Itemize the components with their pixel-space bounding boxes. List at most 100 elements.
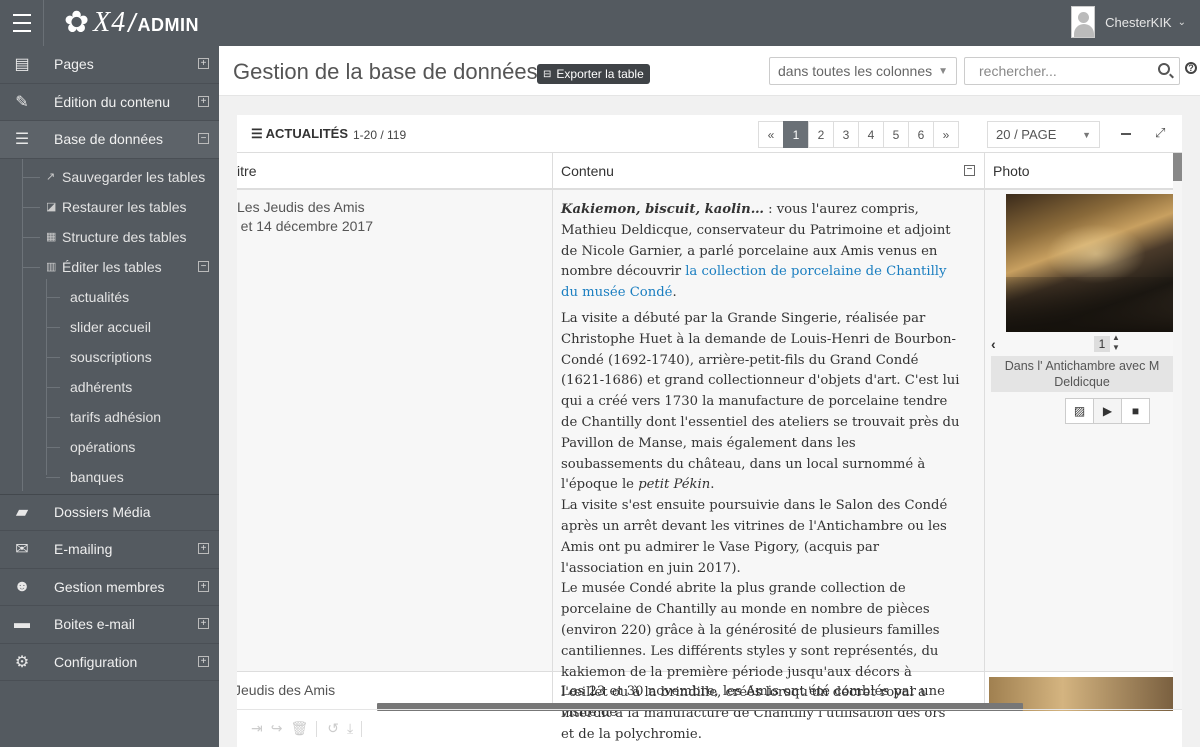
- envelope-icon: ✉: [15, 541, 29, 559]
- sidebar-item-label: Base de données: [54, 131, 163, 148]
- sidebar-item-edit-tables[interactable]: ▥ Éditer les tables −: [0, 252, 219, 282]
- photo-navigation: ‹ 1 ▲ ▼: [987, 332, 1173, 356]
- cell-title[interactable]: Jeudis des Amis: [237, 681, 534, 700]
- cell-content[interactable]: Kakiemon, biscuit, kaolin… : vous l'aure…: [561, 200, 961, 747]
- search-icon[interactable]: [1158, 63, 1170, 75]
- sidebar-table-operations[interactable]: opérations: [0, 432, 219, 462]
- sidebar-item-config[interactable]: ⚙ Configuration +: [0, 644, 219, 681]
- restore-icon: ◪: [46, 201, 57, 213]
- column-select[interactable]: dans toutes les colonnes ▼: [769, 57, 957, 85]
- sidebar-item-label: Dossiers Média: [54, 504, 151, 521]
- sidebar-table-adherents[interactable]: adhérents: [0, 372, 219, 402]
- sidebar-item-backup[interactable]: ↗ Sauvegarder les tables: [0, 162, 219, 192]
- photo-index[interactable]: 1: [1094, 336, 1110, 352]
- content-text: La visite a débuté par la Grande Singeri…: [561, 310, 960, 493]
- sidebar-item-label: Boites e-mail: [54, 616, 135, 633]
- help-icon[interactable]: ?: [1185, 62, 1197, 74]
- logo-text: X4: [93, 7, 127, 38]
- expand-icon[interactable]: +: [198, 618, 209, 629]
- content-paragraph: La visite a débuté par la Grande Singeri…: [561, 310, 960, 493]
- table-header: Titre Contenu − Photo: [237, 153, 1173, 190]
- trash-icon[interactable]: 🗑: [290, 720, 308, 737]
- spinner-arrows-icon[interactable]: ▲ ▼: [1112, 333, 1120, 353]
- sign-in-icon[interactable]: ⇥: [251, 720, 263, 737]
- expand-arrows-icon[interactable]: ⤢: [1155, 125, 1165, 141]
- logo[interactable]: ✿ X4 / ADMIN: [64, 5, 199, 41]
- expand-icon[interactable]: +: [198, 95, 209, 107]
- page-next-button[interactable]: »: [933, 121, 959, 148]
- content-lead: Kakiemon, biscuit, kaolin…: [561, 202, 764, 217]
- sidebar-item-structure[interactable]: ▦ Structure des tables: [0, 222, 219, 252]
- sidebar-item-restore[interactable]: ◪ Restaurer les tables: [0, 192, 219, 222]
- sidebar-item-mailboxes[interactable]: ▬ Boites e-mail +: [0, 606, 219, 644]
- chevron-left-icon[interactable]: ‹: [991, 336, 996, 352]
- download-icon[interactable]: ⤓: [347, 720, 353, 737]
- menu-toggle-button[interactable]: [0, 0, 44, 46]
- scrollbar-thumb[interactable]: [1173, 153, 1182, 181]
- sidebar-table-tarifs[interactable]: tarifs adhésion: [0, 402, 219, 432]
- minimize-icon[interactable]: [1121, 133, 1131, 135]
- column-header-content[interactable]: Contenu: [561, 163, 614, 179]
- title-line: 7 et 14 décembre 2017: [237, 218, 373, 234]
- cell-photo: ‹ 1 ▲ ▼ Dans l' Antichambre avec M Deldic…: [987, 194, 1173, 424]
- table-icon: ▥: [46, 261, 57, 273]
- page-button[interactable]: 3: [833, 121, 859, 148]
- hamburger-icon: [12, 11, 31, 35]
- sidebar-table-slider[interactable]: slider accueil: [0, 312, 219, 342]
- sidebar-item-members[interactable]: ☻ Gestion membres +: [0, 569, 219, 606]
- sidebar-item-edition[interactable]: ✎ Édition du contenu +: [0, 84, 219, 121]
- divider: [361, 720, 363, 737]
- undo-icon[interactable]: ↺: [327, 720, 339, 737]
- pagination: « 1 2 3 4 5 6 »: [758, 121, 959, 148]
- sidebar-table-souscriptions[interactable]: souscriptions: [0, 342, 219, 372]
- per-page-select[interactable]: 20 / PAGE ▼: [987, 121, 1100, 148]
- page-button[interactable]: 1: [783, 121, 809, 148]
- content-area: ☰ ACTUALITÉS 1-20 / 119 « 1 2 3 4 5 6 » 2…: [219, 96, 1200, 747]
- column-divider: [552, 153, 553, 709]
- cell-title[interactable]: Les Jeudis des Amis 7 et 14 décembre 201…: [237, 198, 537, 236]
- sidebar-item-database[interactable]: ☰ Base de données −: [0, 121, 219, 159]
- chevron-down-icon: ⌄: [1177, 16, 1186, 28]
- calendar-icon: ▦: [46, 231, 57, 243]
- divider: [316, 720, 318, 737]
- sidebar-item-label: Configuration: [54, 653, 138, 670]
- collapse-column-icon[interactable]: −: [964, 165, 975, 176]
- page-title: Gestion de la base de données: [233, 59, 538, 84]
- sidebar-item-emailing[interactable]: ✉ E-mailing +: [0, 531, 219, 569]
- top-bar: ✿ X4 / ADMIN ChesterKIK ⌄: [0, 0, 1200, 46]
- image-icon[interactable]: ▨: [1065, 398, 1094, 424]
- sidebar-item-media[interactable]: ▰ Dossiers Média: [0, 493, 219, 531]
- export-button[interactable]: ⊟ Exporter la table: [537, 64, 650, 84]
- expand-icon[interactable]: +: [198, 58, 209, 69]
- page-button[interactable]: 6: [908, 121, 934, 148]
- column-header-photo[interactable]: Photo: [993, 163, 1030, 179]
- collapse-icon[interactable]: −: [198, 260, 209, 272]
- database-icon: ☰: [251, 126, 263, 141]
- page-button[interactable]: 2: [808, 121, 834, 148]
- sidebar-table-actualites[interactable]: actualités: [0, 282, 219, 312]
- column-header-title[interactable]: Titre: [237, 163, 256, 179]
- page-button[interactable]: 4: [858, 121, 884, 148]
- collapse-icon[interactable]: −: [198, 133, 209, 144]
- search-input[interactable]: rechercher...: [964, 57, 1180, 85]
- play-icon[interactable]: ▶: [1093, 398, 1122, 424]
- vertical-scrollbar[interactable]: [1173, 153, 1182, 709]
- per-page-value: 20 / PAGE: [996, 127, 1057, 142]
- video-camera-icon[interactable]: ■: [1121, 398, 1150, 424]
- sidebar-item-label: E-mailing: [54, 541, 113, 558]
- page-button[interactable]: 5: [883, 121, 909, 148]
- title-line: Les Jeudis des Amis: [237, 199, 365, 215]
- page-prev-button[interactable]: «: [758, 121, 784, 148]
- table-row[interactable]: Les Jeudis des Amis 7 et 14 décembre 201…: [237, 190, 1173, 742]
- sidebar-item-label: Restaurer les tables: [62, 198, 187, 215]
- photo-thumbnail[interactable]: [1006, 194, 1173, 332]
- data-grid: Titre Contenu − Photo Les Jeudis des Ami…: [237, 153, 1173, 742]
- user-menu[interactable]: ChesterKIK ⌄: [1071, 6, 1186, 38]
- share-icon[interactable]: ↪: [271, 720, 283, 737]
- sidebar-item-pages[interactable]: ▤ Pages +: [0, 46, 219, 84]
- expand-icon[interactable]: +: [198, 543, 209, 554]
- expand-icon[interactable]: +: [198, 580, 209, 592]
- users-icon: ☻: [13, 577, 31, 595]
- sidebar-table-banques[interactable]: banques: [0, 462, 219, 492]
- expand-icon[interactable]: +: [198, 655, 209, 667]
